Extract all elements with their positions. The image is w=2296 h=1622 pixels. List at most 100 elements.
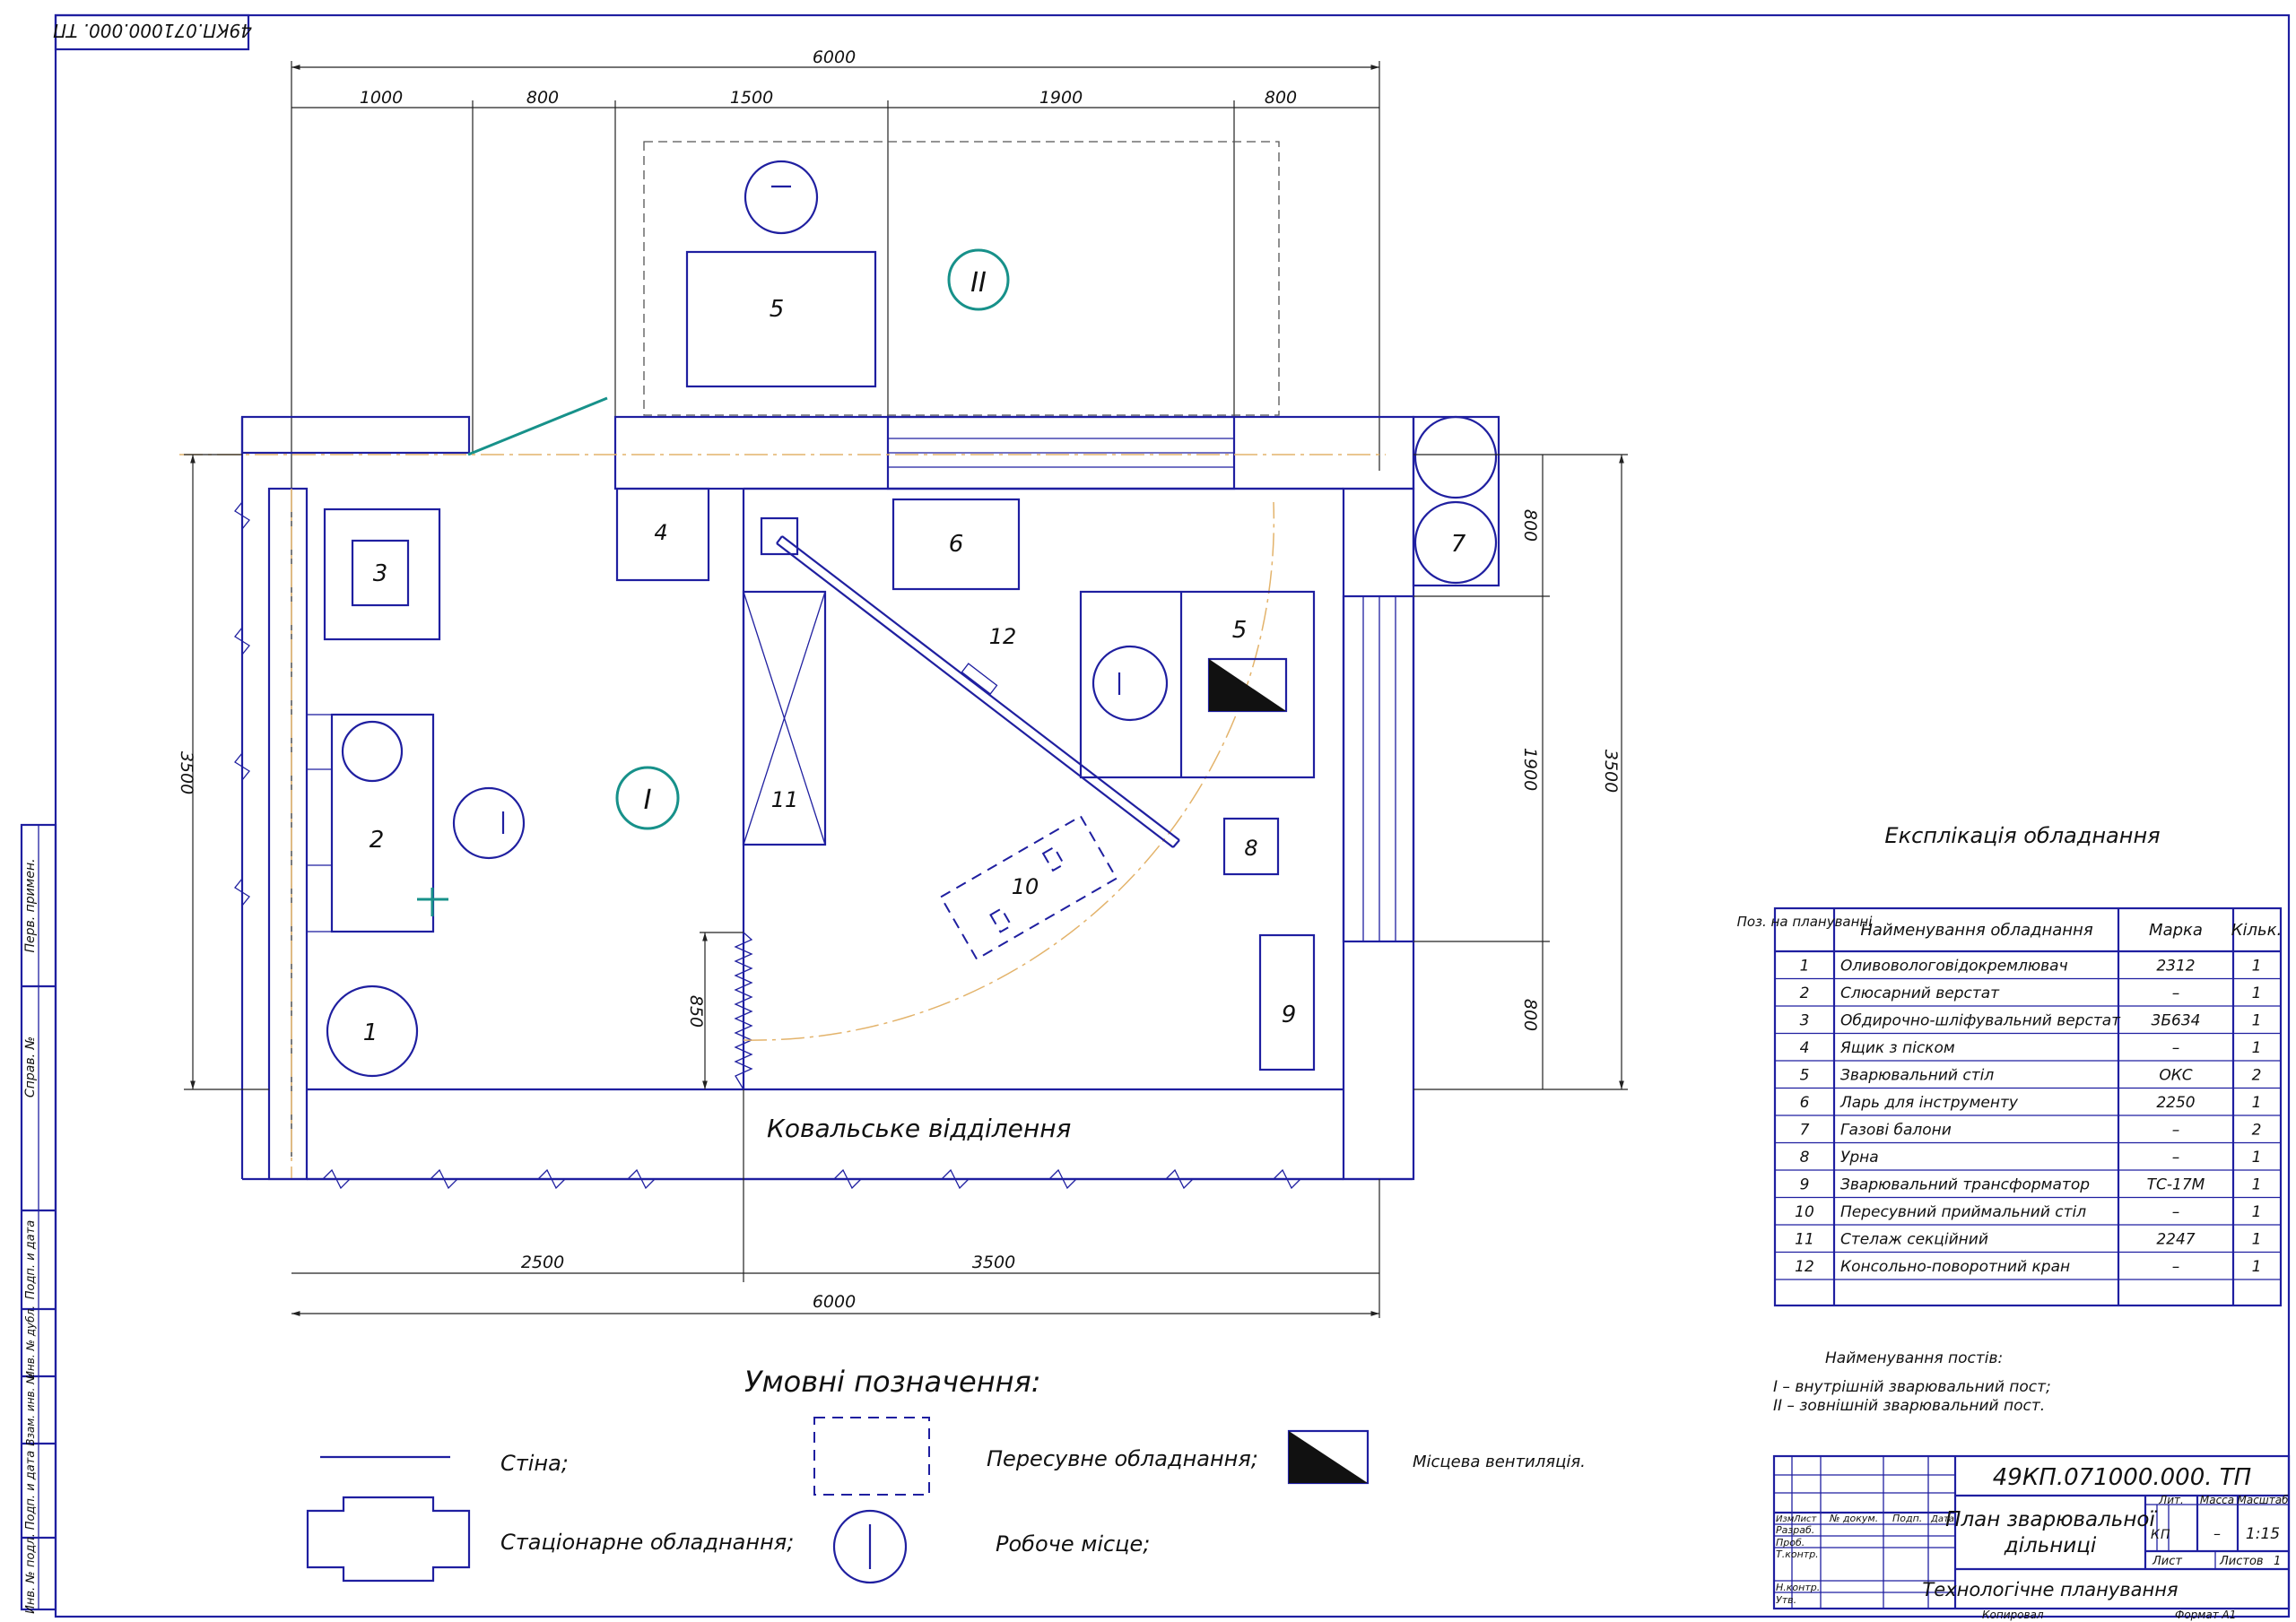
crane-column [760,516,799,556]
top-dimensions: 6000 1000 800 1500 1900 800 [291,48,1380,1157]
legend-wall: Стіна; [500,1451,569,1476]
label-3: 3 [373,560,388,587]
exp-header-qty: Кільк. [2231,921,2283,940]
posts-title: Найменування постів: [1825,1349,2003,1367]
tb-utv: Утв. [1776,1594,1796,1606]
explication-cell: – [2172,1122,2180,1140]
tb-mass-val: – [2213,1525,2221,1542]
explication-cell: 3Б634 [2152,1012,2201,1030]
explication-cell: Зварювальний стіл [1840,1067,1994,1085]
label-10: 10 [1012,874,1039,899]
explication-cell: ТС-17М [2147,1176,2205,1194]
stamp-first-use: Перв. примен. [23,858,38,952]
posts-p1: I – внутрішній зварювальний пост; [1773,1378,2051,1396]
explication-cell: Стелаж секційний [1840,1231,1988,1249]
explication-cell: 1 [2252,958,2262,976]
tb-name-2: дільниці [2004,1534,2097,1557]
posts-note: Найменування постів: I – внутрішній звар… [1773,1349,2051,1415]
tb-scale: 1:15 [2246,1525,2280,1543]
explication-cell: – [2172,1039,2180,1057]
explication-cell: Ящик з піском [1839,1039,1955,1057]
explication-title: Експлікація обладнання [1884,823,2160,848]
label-11: 11 [771,787,799,812]
exp-header-pos: Поз. на плануванні [1737,914,1874,930]
explication-cell: Ларь для інструменту [1839,1094,2019,1112]
left-wall [267,487,309,1181]
left-dimensions: 3500 850 [177,454,744,1090]
post-1-label: I [644,785,652,816]
dim-right-2: 1900 [1520,748,1540,791]
label-9: 9 [1282,1002,1297,1028]
dim-top-1: 1000 [360,88,403,108]
top-wall-left [240,415,471,455]
tb-subtitle: Технологічне планування [1922,1579,2178,1600]
explication-cell: Консольно-поворотний кран [1840,1258,2070,1276]
label-8: 8 [1244,836,1257,861]
explication-cell: Пересувний приймальний стіл [1840,1203,2086,1221]
label-6: 6 [949,531,964,558]
floor-plan: 6000 1000 800 1500 1900 800 5 II 3 2 I 1… [177,48,1628,1318]
tb-nkontr: Н.контр. [1776,1582,1820,1593]
explication-cell: 4 [1800,1039,1810,1057]
rotated-doc-code: 49КП.071000.000. ТП [53,20,252,41]
explication-cell: 6 [1800,1094,1810,1112]
dim-850: 850 [686,995,706,1028]
dim-top-5: 800 [1265,88,1297,108]
tb-lit-p: П [2161,1528,2170,1542]
explication-cell: 5 [1800,1067,1810,1085]
explication-cell: Урна [1840,1149,1879,1167]
label-5-inside: 5 [1232,617,1248,644]
explication-cell: 1 [2252,1149,2262,1167]
dim-right-3: 800 [1520,999,1540,1031]
sheet-frame [54,13,2291,1618]
label-2: 2 [370,827,385,854]
legend-mobile: Пересувне обладнання; [987,1446,1258,1471]
side-stamp: Перв. примен. Справ. № Подп. и дата Инв.… [20,823,57,1614]
stamp-replace-inv: Взам. инв. № [24,1373,37,1445]
explication-cell: – [2172,1149,2180,1167]
explication-cell: Оливовологовідокремлювач [1840,958,2068,976]
dim-left: 3500 [177,751,196,794]
tb-sheets-val: 1 [2274,1555,2281,1568]
exp-header-brand: Марка [2149,921,2203,940]
explication-cell: 2 [2252,1067,2262,1085]
explication-cell: 2 [2252,1122,2262,1140]
legend-stationary-symbol [306,1496,471,1583]
welding-table-5 [1079,590,1316,779]
tb-tkontr: Т.контр. [1776,1548,1819,1560]
explication-cell: 2 [1800,984,1810,1002]
dim-top-total: 6000 [813,48,856,67]
tb-sheets: Листов [2219,1555,2264,1568]
stamp-sign-date-2: Подп. и дата [24,1451,38,1531]
right-window [1342,594,1415,943]
dim-bottom-total: 6000 [813,1292,856,1312]
explication-cell: 9 [1800,1176,1810,1194]
tb-lit: Лит. [2158,1494,2184,1506]
legend: Умовні позначення: Стіна; Стаціонарне об… [306,1365,1586,1584]
explication-cell: Зварювальний трансформатор [1840,1176,2090,1194]
explication-cell: 1 [1800,958,1810,976]
bench-2-vise [341,720,404,783]
workplace-inside-2 [1091,645,1169,722]
label-12: 12 [989,624,1017,649]
legend-workplace: Робоче місце; [996,1531,1150,1557]
legend-ventilation: Місцева вентиляція. [1413,1453,1586,1471]
explication-cell: 11 [1795,1231,1814,1249]
right-dimensions: 800 1900 800 3500 [1413,454,1628,1090]
label-4: 4 [654,520,667,545]
drawing-sheet: 49КП.071000.000. ТП Перв. примен. Справ.… [20,13,2291,1621]
explication-cell: 1 [2252,1094,2262,1112]
explication-cell: 12 [1795,1258,1814,1276]
stamp-dup-inv: Инв. № дубл. [24,1305,37,1379]
title-block: Изм Лист № докум. Подп. Дата Разраб. Про… [1772,1454,2291,1621]
tb-massa: Масса [2200,1494,2234,1506]
right-wall [1342,487,1415,1181]
dim-bottom-1: 2500 [521,1253,564,1272]
tb-doc: № докум. [1829,1513,1878,1524]
explication-cell: 2312 [2156,958,2195,976]
explication-cell: 1 [2252,1012,2262,1030]
stamp-ref-no: Справ. № [23,1037,38,1097]
explication-cell: 10 [1795,1203,1814,1221]
posts-p2: II – зовнішній зварювальний пост. [1773,1397,2045,1415]
exp-header-name: Найменування обладнання [1860,921,2092,940]
